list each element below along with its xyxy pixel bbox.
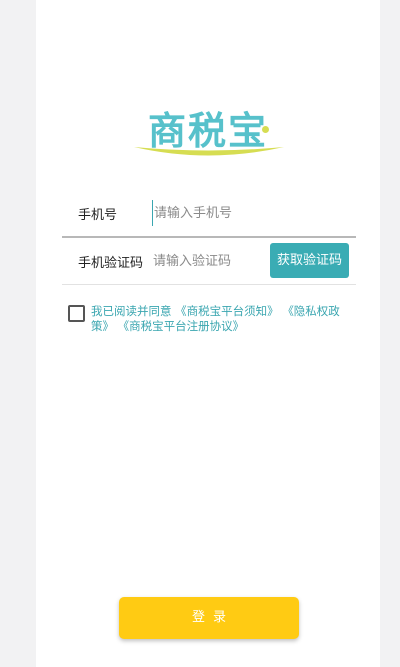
login-page: 商税宝 手机号 手机验证码 获取验证码 我已阅读并同意 《商税宝平台须知》 《隐… (36, 0, 380, 667)
code-label: 手机验证码 (78, 256, 144, 271)
login-button[interactable]: 登录 (119, 597, 299, 639)
code-input[interactable] (152, 248, 263, 274)
agreement-prefix: 我已阅读并同意 (91, 304, 172, 318)
code-row: 手机验证码 获取验证码 (62, 240, 356, 285)
get-code-button[interactable]: 获取验证码 (270, 243, 349, 278)
logo-dot (262, 126, 269, 133)
brand-logo: 商税宝 (36, 96, 380, 168)
link-platform-notice[interactable]: 《商税宝平台须知》 (175, 304, 279, 318)
agreement-text: 我已阅读并同意 《商税宝平台须知》 《隐私权政策》 《商税宝平台注册协议》 (91, 304, 353, 334)
phone-label: 手机号 (78, 208, 118, 223)
agreement-checkbox[interactable] (68, 305, 85, 322)
phone-row: 手机号 (62, 192, 356, 238)
link-registration-agreement[interactable]: 《商税宝平台注册协议》 (118, 319, 245, 333)
logo-arc-swoosh (134, 147, 284, 156)
phone-input[interactable] (152, 200, 344, 226)
